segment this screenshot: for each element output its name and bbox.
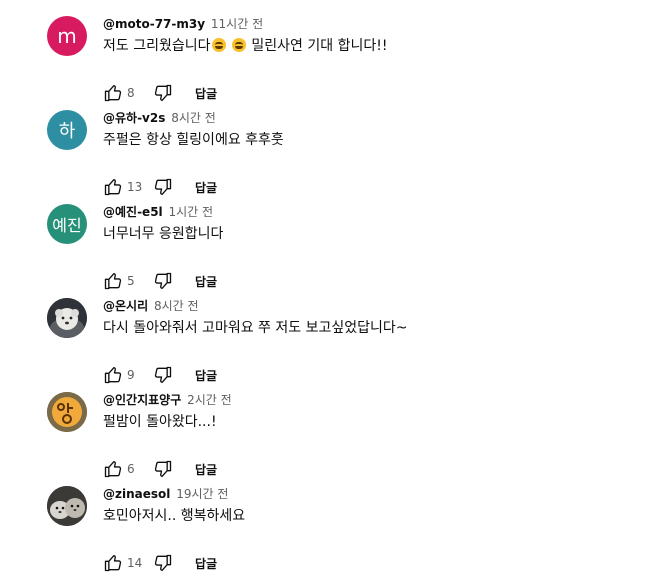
thumbs-up-icon (104, 85, 122, 102)
thumbs-down-icon (154, 366, 172, 383)
comment-actions: 13 답글 (103, 176, 217, 198)
avatar-initial: m (57, 24, 77, 48)
thumbs-down-icon (154, 272, 172, 289)
like-button[interactable] (103, 365, 123, 385)
thumbs-up-icon (104, 461, 122, 478)
reply-button[interactable]: 답글 (195, 461, 217, 478)
reply-button[interactable]: 답글 (195, 273, 217, 290)
comment-header: @예진-e5l 1시간 전 (103, 204, 213, 220)
reply-button[interactable]: 답글 (195, 367, 217, 384)
like-count: 9 (127, 368, 135, 382)
comment-thread: m @moto-77-m3y 11시간 전 저도 그리웠습니다 밀린사연 기대 … (0, 16, 668, 110)
comment-text: 주펄은 항상 힐링이에요 후후훗 (103, 132, 284, 148)
comment-time[interactable]: 1시간 전 (169, 205, 214, 219)
like-button[interactable] (103, 553, 123, 573)
grinning-sweat-emoji-icon (211, 38, 226, 52)
thumbs-down-icon (154, 554, 172, 571)
comment-actions: 9 답글 (103, 364, 217, 386)
like-button[interactable] (103, 177, 123, 197)
like-count: 6 (127, 462, 135, 476)
thumbs-up-icon (104, 367, 122, 384)
like-count: 8 (127, 86, 135, 100)
comment-author[interactable]: @온시리 (103, 299, 148, 313)
comment-header: @zinaesol 19시간 전 (103, 486, 228, 502)
comment-header: @유하-v2s 8시간 전 (103, 110, 216, 126)
comment-time[interactable]: 11시간 전 (211, 17, 263, 31)
reply-button[interactable]: 답글 (195, 179, 217, 196)
comment-text: 호민아저시.. 행복하세요 (103, 508, 246, 524)
white-dog-photo-icon (47, 298, 87, 338)
comment-actions: 14 답글 (103, 552, 217, 574)
comments-section: m @moto-77-m3y 11시간 전 저도 그리웠습니다 밀린사연 기대 … (0, 0, 668, 572)
comment-actions: 5 답글 (103, 270, 217, 292)
comment-thread: @인간지표양구 2시간 전 펄밤이 돌아왔다...! 6 답글 (0, 392, 668, 486)
reply-button[interactable]: 답글 (195, 85, 217, 102)
like-count: 5 (127, 274, 135, 288)
comment-author[interactable]: @유하-v2s (103, 111, 165, 125)
thumbs-up-icon (104, 555, 122, 572)
like-count: 14 (127, 556, 143, 570)
yang-character-logo-icon (47, 392, 87, 432)
comment-author[interactable]: @인간지표양구 (103, 393, 181, 407)
seal-photo-icon (47, 486, 87, 526)
avatar-initial: 예진 (52, 216, 82, 235)
comment-text: 펄밤이 돌아왔다...! (103, 414, 217, 430)
dislike-button[interactable] (153, 553, 173, 573)
comment-text-part: 저도 그리웠습니다 (103, 38, 211, 54)
comment-time[interactable]: 19시간 전 (176, 487, 228, 501)
grinning-sweat-emoji-icon (231, 38, 246, 52)
comment-time[interactable]: 8시간 전 (171, 111, 216, 125)
comment-thread: @zinaesol 19시간 전 호민아저시.. 행복하세요 14 답글 (0, 486, 668, 580)
avatar[interactable] (47, 298, 87, 338)
comment-text-part: 밀린사연 기대 합니다!! (246, 38, 388, 54)
thumbs-down-icon (154, 460, 172, 477)
like-count: 13 (127, 180, 143, 194)
dislike-button[interactable] (153, 271, 173, 291)
comment-text: 너무너무 응원합니다 (103, 226, 224, 242)
avatar[interactable]: 하 (47, 110, 87, 150)
thumbs-down-icon (154, 178, 172, 195)
comment-header: @인간지표양구 2시간 전 (103, 392, 232, 408)
thumbs-up-icon (104, 273, 122, 290)
thumbs-down-icon (154, 84, 172, 102)
comment-time[interactable]: 8시간 전 (154, 299, 199, 313)
avatar-initial: 하 (58, 121, 76, 142)
comment-text: 저도 그리웠습니다 밀린사연 기대 합니다!! (103, 36, 387, 56)
avatar[interactable] (47, 486, 87, 526)
like-button[interactable] (103, 83, 123, 103)
comment-actions: 6 답글 (103, 458, 217, 480)
comment-header: @moto-77-m3y 11시간 전 (103, 16, 263, 32)
avatar[interactable]: 예진 (47, 204, 87, 244)
comment-thread: 예진 @예진-e5l 1시간 전 너무너무 응원합니다 5 답글 (0, 204, 668, 298)
avatar[interactable]: m (47, 16, 87, 56)
dislike-button[interactable] (153, 177, 173, 197)
dislike-button[interactable] (153, 83, 173, 103)
comment-text: 다시 돌아와줘서 고마워요 쭈 저도 보고싶었답니다~ (103, 320, 408, 336)
comment-thread: @온시리 8시간 전 다시 돌아와줘서 고마워요 쭈 저도 보고싶었답니다~ 9… (0, 298, 668, 392)
comment-author[interactable]: @moto-77-m3y (103, 17, 205, 31)
dislike-button[interactable] (153, 459, 173, 479)
comment-author[interactable]: @zinaesol (103, 487, 170, 501)
avatar[interactable] (47, 392, 87, 432)
comment-thread: 하 @유하-v2s 8시간 전 주펄은 항상 힐링이에요 후후훗 13 답글 (0, 110, 668, 204)
comment-header: @온시리 8시간 전 (103, 298, 199, 314)
dislike-button[interactable] (153, 365, 173, 385)
comment-author[interactable]: @예진-e5l (103, 205, 163, 219)
comment-actions: 8 답글 (103, 82, 217, 104)
reply-button[interactable]: 답글 (195, 555, 217, 572)
like-button[interactable] (103, 271, 123, 291)
like-button[interactable] (103, 459, 123, 479)
thumbs-up-icon (104, 179, 122, 196)
comment-time[interactable]: 2시간 전 (187, 393, 232, 407)
